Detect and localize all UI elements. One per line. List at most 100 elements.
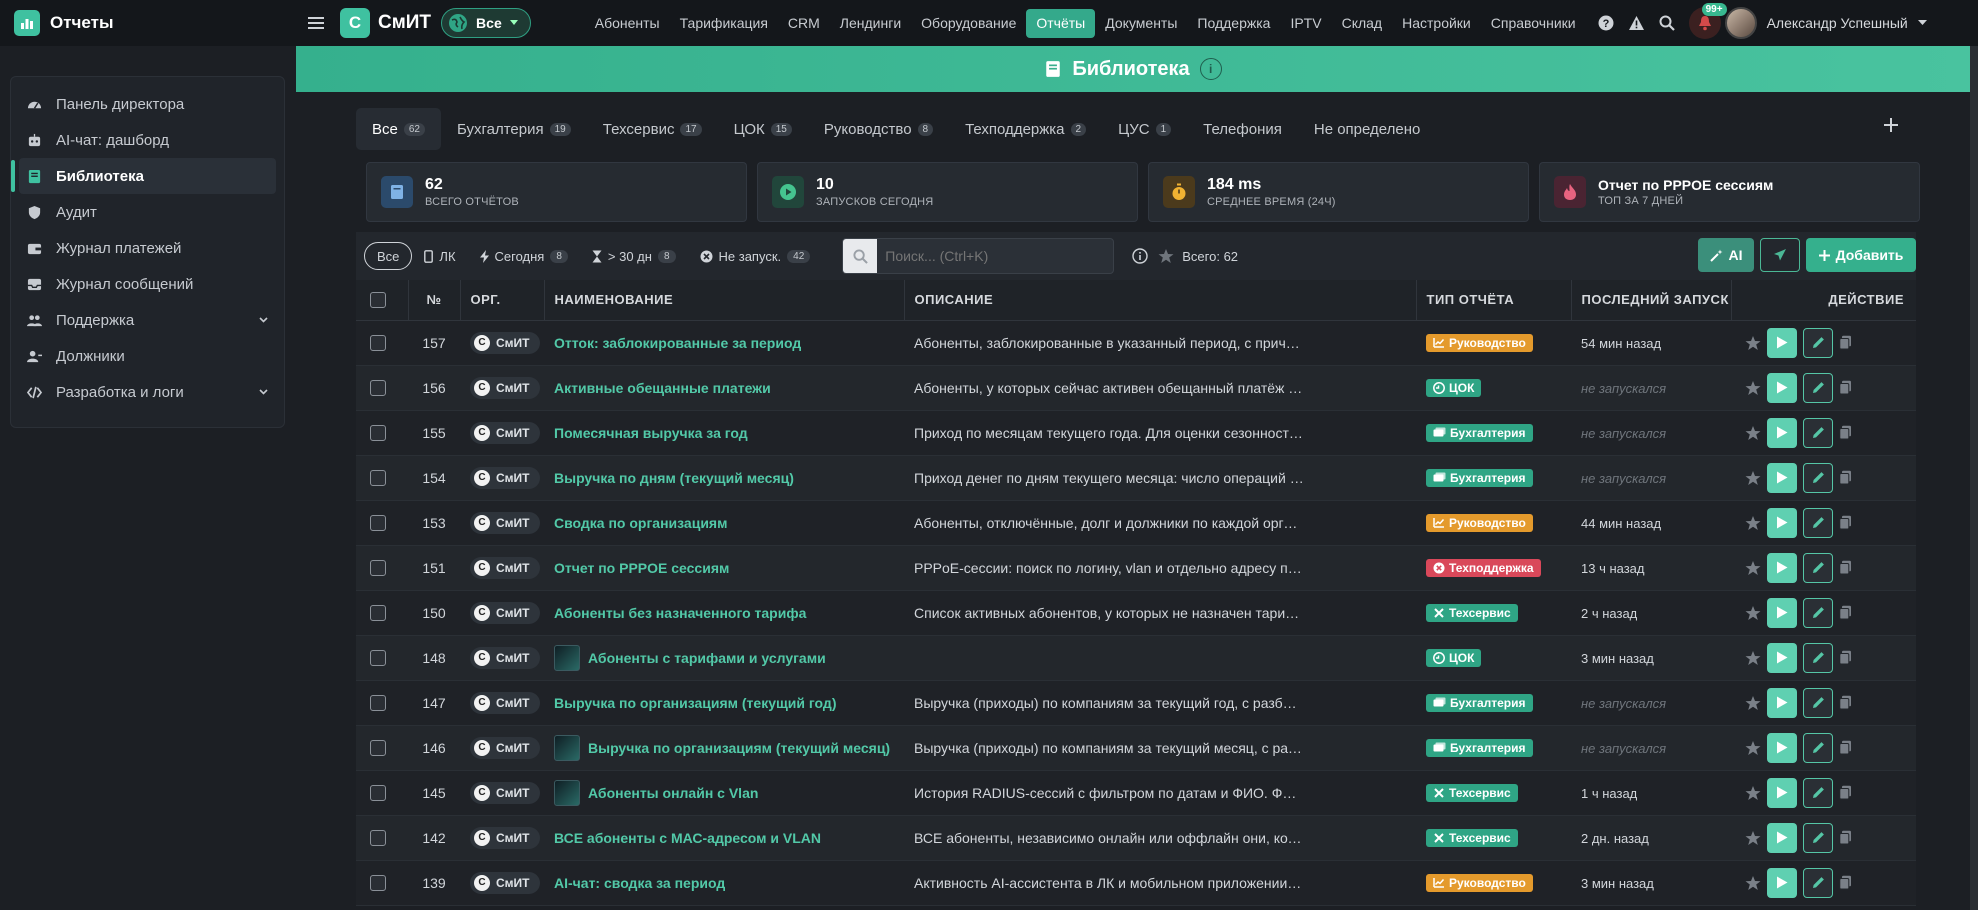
run-report-button[interactable] xyxy=(1767,597,1797,628)
org-selector[interactable]: Все xyxy=(441,8,531,38)
edit-report-button[interactable] xyxy=(1803,777,1833,808)
filter-lk[interactable]: ЛК xyxy=(412,242,467,270)
tab-category[interactable]: Бухгалтерия 19 xyxy=(441,108,587,150)
favorite-star-icon[interactable] xyxy=(1745,335,1761,351)
run-report-button[interactable] xyxy=(1767,687,1797,718)
row-checkbox[interactable] xyxy=(370,784,386,801)
org-chip[interactable]: С СмИТ xyxy=(470,421,540,444)
run-report-button[interactable] xyxy=(1767,327,1797,358)
tab-category[interactable]: Телефония xyxy=(1187,108,1298,150)
org-chip[interactable]: С СмИТ xyxy=(470,376,540,399)
user-menu-caret-icon[interactable] xyxy=(1917,20,1927,26)
favorite-star-icon[interactable] xyxy=(1745,515,1761,531)
table-row[interactable]: 148 С СмИТ Абоненты с тарифами и услугами ЦО… xyxy=(356,635,1916,681)
row-checkbox[interactable] xyxy=(370,514,386,531)
star-icon[interactable] xyxy=(1158,248,1174,264)
table-row[interactable]: 157 С СмИТ Отток: заблокированные за период… xyxy=(356,320,1916,366)
sidebar-item-debtors[interactable]: Должники xyxy=(11,338,284,374)
favorite-star-icon[interactable] xyxy=(1745,380,1761,396)
table-row[interactable]: 150 С СмИТ Абоненты без назначенного тарифа… xyxy=(356,590,1916,636)
edit-report-button[interactable] xyxy=(1803,372,1833,403)
org-chip[interactable]: С СмИТ xyxy=(470,691,540,714)
row-checkbox[interactable] xyxy=(370,694,386,711)
col-last-run[interactable]: ПОСЛЕДНИЙ ЗАПУСК xyxy=(1570,280,1731,321)
info-icon[interactable]: i xyxy=(1199,58,1222,80)
org-chip[interactable]: С СмИТ xyxy=(470,466,540,489)
edit-report-button[interactable] xyxy=(1803,642,1833,673)
row-checkbox[interactable] xyxy=(370,469,386,486)
copy-icon[interactable] xyxy=(1839,380,1852,395)
nav-documents[interactable]: Документы xyxy=(1095,9,1187,38)
org-chip[interactable]: С СмИТ xyxy=(470,601,540,624)
favorite-star-icon[interactable] xyxy=(1745,650,1761,666)
edit-report-button[interactable] xyxy=(1803,597,1833,628)
col-org[interactable]: ОРГ. xyxy=(459,280,544,321)
edit-report-button[interactable] xyxy=(1803,867,1833,898)
col-description[interactable]: ОПИСАНИЕ xyxy=(903,280,1416,321)
copy-icon[interactable] xyxy=(1839,560,1852,575)
tab-category[interactable]: Не определено xyxy=(1298,108,1436,150)
table-row[interactable]: 154 С СмИТ Выручка по дням (текущий месяц) П… xyxy=(356,455,1916,501)
tab-category[interactable]: Все 62 xyxy=(356,108,441,150)
report-name-link[interactable]: Отток: заблокированные за период xyxy=(554,335,801,351)
run-report-button[interactable] xyxy=(1767,867,1797,898)
org-chip[interactable]: С СмИТ xyxy=(470,556,540,579)
menu-toggle-icon[interactable] xyxy=(302,16,330,30)
edit-report-button[interactable] xyxy=(1803,327,1833,358)
table-row[interactable]: 147 С СмИТ Выручка по организациям (текущий… xyxy=(356,680,1916,726)
nav-equipment[interactable]: Оборудование xyxy=(911,9,1026,38)
favorite-star-icon[interactable] xyxy=(1745,785,1761,801)
sidebar-item-dev-logs[interactable]: Разработка и логи xyxy=(11,374,284,410)
run-report-button[interactable] xyxy=(1767,417,1797,448)
row-checkbox[interactable] xyxy=(370,874,386,891)
copy-icon[interactable] xyxy=(1839,605,1852,620)
user-name[interactable]: Александр Успешный xyxy=(1767,15,1908,31)
favorite-star-icon[interactable] xyxy=(1745,830,1761,846)
filter-all[interactable]: Все xyxy=(364,242,413,270)
col-number[interactable]: № xyxy=(407,280,460,321)
sidebar-item-support[interactable]: Поддержка xyxy=(11,302,284,338)
col-type[interactable]: ТИП ОТЧЁТА xyxy=(1415,280,1571,321)
tab-category[interactable]: Техподдержка 2 xyxy=(949,108,1102,150)
avatar[interactable] xyxy=(1724,7,1757,39)
scrollbar[interactable] xyxy=(1970,46,1978,910)
filter-over-30-days[interactable]: > 30 дн 8 xyxy=(580,242,688,270)
report-name-link[interactable]: Выручка по организациям (текущий год) xyxy=(554,695,836,711)
nav-landings[interactable]: Лендинги xyxy=(830,9,911,38)
org-chip[interactable]: С СмИТ xyxy=(470,646,540,669)
search-input[interactable] xyxy=(877,248,1108,264)
report-name-link[interactable]: Абоненты онлайн с Vlan xyxy=(588,785,758,801)
org-chip[interactable]: С СмИТ xyxy=(470,511,540,534)
app-brand[interactable]: Отчеты xyxy=(0,0,296,46)
report-name-link[interactable]: Выручка по дням (текущий месяц) xyxy=(554,470,794,486)
nav-billing[interactable]: Тарификация xyxy=(670,9,778,38)
nav-reports[interactable]: Отчёты xyxy=(1026,8,1096,38)
nav-crm[interactable]: CRM xyxy=(778,9,830,38)
tab-category[interactable]: Руководство 8 xyxy=(808,108,949,150)
report-name-link[interactable]: Сводка по организациям xyxy=(554,515,727,531)
run-report-button[interactable] xyxy=(1767,822,1797,853)
edit-report-button[interactable] xyxy=(1803,687,1833,718)
table-row[interactable]: 155 С СмИТ Помесячная выручка за год Приход … xyxy=(356,410,1916,456)
row-checkbox[interactable] xyxy=(370,649,386,666)
row-checkbox[interactable] xyxy=(370,559,386,576)
sidebar-item-payments-log[interactable]: Журнал платежей xyxy=(11,230,284,266)
favorite-star-icon[interactable] xyxy=(1745,605,1761,621)
row-checkbox[interactable] xyxy=(370,829,386,846)
sidebar-item-director-panel[interactable]: Панель директора xyxy=(11,86,284,122)
report-name-link[interactable]: Отчет по PPPOE сессиям xyxy=(554,560,729,576)
tab-category[interactable]: ЦУС 1 xyxy=(1102,108,1187,150)
favorite-star-icon[interactable] xyxy=(1745,560,1761,576)
org-chip[interactable]: С СмИТ xyxy=(470,826,540,849)
row-checkbox[interactable] xyxy=(370,739,386,756)
edit-report-button[interactable] xyxy=(1803,822,1833,853)
report-name-link[interactable]: Помесячная выручка за год xyxy=(554,425,748,441)
copy-icon[interactable] xyxy=(1839,335,1852,350)
run-report-button[interactable] xyxy=(1767,507,1797,538)
edit-report-button[interactable] xyxy=(1803,732,1833,763)
run-report-button[interactable] xyxy=(1767,642,1797,673)
favorite-star-icon[interactable] xyxy=(1745,470,1761,486)
table-row[interactable]: 156 С СмИТ Активные обещанные платежи Абонен… xyxy=(356,365,1916,411)
copy-icon[interactable] xyxy=(1839,470,1852,485)
nav-support[interactable]: Поддержка xyxy=(1187,9,1280,38)
